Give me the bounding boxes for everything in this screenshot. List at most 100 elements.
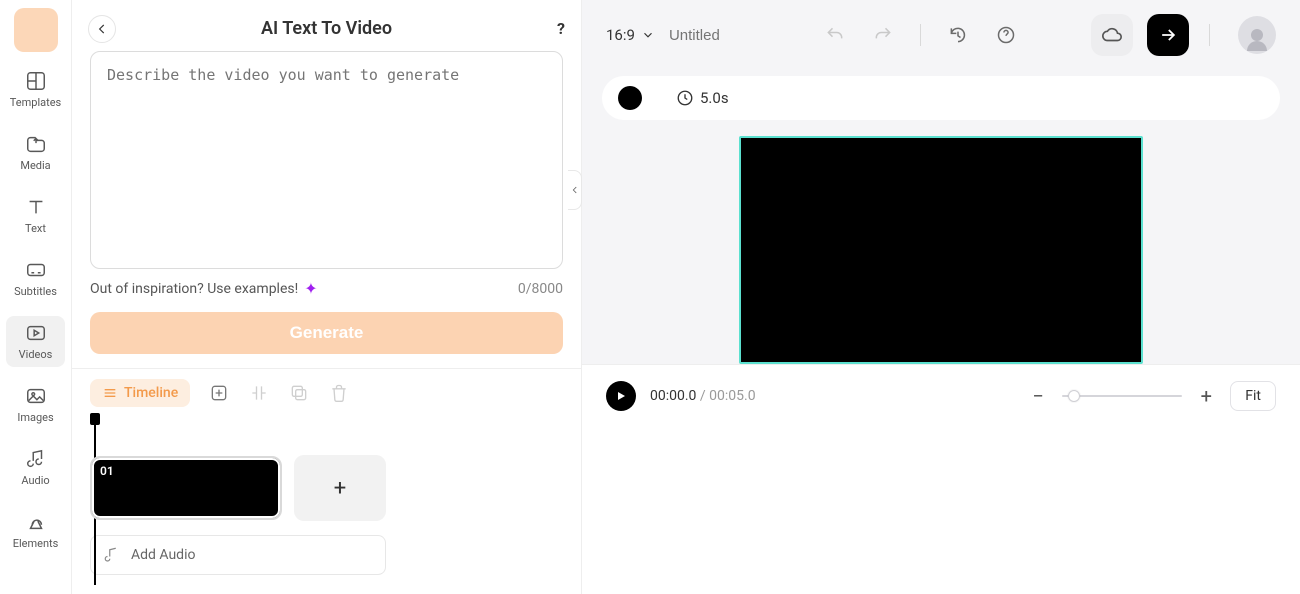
help-button[interactable]: ? bbox=[557, 19, 565, 38]
undo-icon bbox=[825, 25, 845, 45]
sidebar-item-label: Images bbox=[17, 411, 53, 424]
audio-icon bbox=[25, 448, 47, 470]
add-audio-button[interactable]: Add Audio bbox=[90, 535, 386, 575]
separator bbox=[920, 24, 921, 46]
right-topbar: 16:9 bbox=[582, 0, 1300, 70]
sidebar-item-label: Videos bbox=[19, 348, 53, 361]
left-panel-body: Out of inspiration? Use examples! ✦ 0/80… bbox=[72, 51, 581, 354]
timeline-toggle[interactable]: Timeline bbox=[90, 379, 190, 407]
scene-color-swatch[interactable] bbox=[618, 86, 642, 110]
current-time: 00:00.0 bbox=[650, 388, 696, 404]
clock-icon bbox=[676, 89, 694, 107]
left-panel-header: AI Text To Video ? bbox=[72, 0, 581, 51]
zoom-thumb[interactable] bbox=[1068, 390, 1080, 402]
timeline-toolbar: Timeline bbox=[72, 369, 581, 417]
fit-button[interactable]: Fit bbox=[1230, 381, 1276, 411]
app-sidebar: Templates Media Text Subtitles Videos Im… bbox=[0, 0, 72, 594]
right-blank-area bbox=[582, 426, 1300, 594]
history-icon bbox=[948, 25, 968, 45]
cloud-save-button[interactable] bbox=[1091, 14, 1133, 56]
clips-row: 01 + bbox=[90, 455, 563, 521]
clip-number: 01 bbox=[100, 464, 114, 478]
sparkle-icon: ✦ bbox=[304, 279, 317, 298]
undo-button[interactable] bbox=[818, 18, 852, 52]
split-button[interactable] bbox=[248, 382, 270, 404]
timeline-track-area: 01 + Add Audio bbox=[72, 417, 581, 575]
collapse-panel-button[interactable] bbox=[568, 170, 582, 210]
sidebar-item-subtitles[interactable]: Subtitles bbox=[0, 253, 71, 304]
delete-button[interactable] bbox=[328, 382, 350, 404]
clip-thumbnail[interactable]: 01 bbox=[90, 456, 282, 520]
subtitles-icon bbox=[25, 259, 47, 281]
sidebar-item-media[interactable]: Media bbox=[0, 127, 71, 178]
left-panel: AI Text To Video ? Out of inspiration? U… bbox=[72, 0, 582, 594]
sidebar-item-templates[interactable]: Templates bbox=[0, 64, 71, 115]
add-clip-button[interactable]: + bbox=[294, 455, 386, 521]
trash-icon bbox=[329, 383, 349, 403]
sidebar-item-label: Audio bbox=[21, 474, 49, 487]
chevron-left-icon bbox=[95, 22, 109, 36]
chevron-left-icon bbox=[570, 185, 580, 195]
sidebar-item-elements[interactable]: Elements bbox=[0, 505, 71, 556]
plus-icon: + bbox=[334, 476, 346, 501]
sidebar-item-label: Text bbox=[25, 222, 46, 235]
project-title-input[interactable] bbox=[669, 27, 789, 44]
inspiration-link[interactable]: Out of inspiration? Use examples! ✦ bbox=[90, 279, 318, 298]
export-button[interactable] bbox=[1147, 14, 1189, 56]
scene-duration[interactable]: 5.0s bbox=[676, 89, 729, 107]
cloud-icon bbox=[1101, 24, 1123, 46]
history-button[interactable] bbox=[941, 18, 975, 52]
char-counter: 0/8000 bbox=[518, 281, 563, 297]
zoom-out-button[interactable]: − bbox=[1028, 384, 1048, 408]
timeline-label: Timeline bbox=[124, 385, 178, 401]
elements-icon bbox=[25, 511, 47, 533]
sidebar-item-text[interactable]: Text bbox=[0, 190, 71, 241]
templates-icon bbox=[25, 70, 47, 92]
text-icon bbox=[25, 196, 47, 218]
separator bbox=[1209, 24, 1210, 46]
zoom-in-button[interactable]: + bbox=[1196, 384, 1216, 408]
playhead[interactable] bbox=[90, 413, 100, 425]
play-icon bbox=[615, 390, 627, 402]
plus-box-icon bbox=[209, 383, 229, 403]
back-button[interactable] bbox=[88, 15, 116, 43]
canvas-area bbox=[582, 120, 1300, 364]
sidebar-item-images[interactable]: Images bbox=[0, 379, 71, 430]
sidebar-item-videos[interactable]: Videos bbox=[6, 316, 65, 367]
total-time: 00:05.0 bbox=[709, 388, 755, 404]
zoom-slider[interactable] bbox=[1062, 395, 1182, 397]
sidebar-item-label: Templates bbox=[10, 96, 61, 109]
help-button-top[interactable] bbox=[989, 18, 1023, 52]
sidebar-item-label: Subtitles bbox=[14, 285, 57, 298]
inspiration-text: Out of inspiration? Use examples! bbox=[90, 281, 298, 297]
playback-bar: 00:00.0 / 00:05.0 − + Fit bbox=[582, 364, 1300, 426]
zoom-controls: − + bbox=[1028, 384, 1216, 408]
timecode: 00:00.0 / 00:05.0 bbox=[650, 388, 756, 404]
split-icon bbox=[249, 383, 269, 403]
aspect-ratio-dropdown[interactable]: 16:9 bbox=[606, 26, 655, 44]
video-canvas[interactable] bbox=[739, 136, 1143, 364]
sidebar-item-label: Elements bbox=[13, 537, 59, 550]
right-panel: 16:9 5.0s bbox=[582, 0, 1300, 594]
duplicate-button[interactable] bbox=[288, 382, 310, 404]
redo-icon bbox=[873, 25, 893, 45]
prompt-input[interactable] bbox=[90, 51, 563, 269]
timeline-section: Timeline 01 + bbox=[72, 368, 581, 575]
redo-button[interactable] bbox=[866, 18, 900, 52]
scene-info-bar: 5.0s bbox=[602, 76, 1280, 120]
arrow-right-icon bbox=[1158, 25, 1178, 45]
user-avatar[interactable] bbox=[1238, 16, 1276, 54]
scene-duration-value: 5.0s bbox=[700, 89, 729, 107]
music-note-icon bbox=[103, 546, 121, 564]
help-icon bbox=[996, 25, 1016, 45]
sidebar-item-audio[interactable]: Audio bbox=[0, 442, 71, 493]
add-scene-button[interactable] bbox=[208, 382, 230, 404]
add-audio-label: Add Audio bbox=[131, 547, 195, 563]
play-button[interactable] bbox=[606, 381, 636, 411]
sidebar-item-label: Media bbox=[20, 159, 50, 172]
videos-icon bbox=[25, 322, 47, 344]
panel-title: AI Text To Video bbox=[261, 18, 392, 39]
generate-button[interactable]: Generate bbox=[90, 312, 563, 354]
media-icon bbox=[25, 133, 47, 155]
prompt-below-row: Out of inspiration? Use examples! ✦ 0/80… bbox=[90, 279, 563, 298]
